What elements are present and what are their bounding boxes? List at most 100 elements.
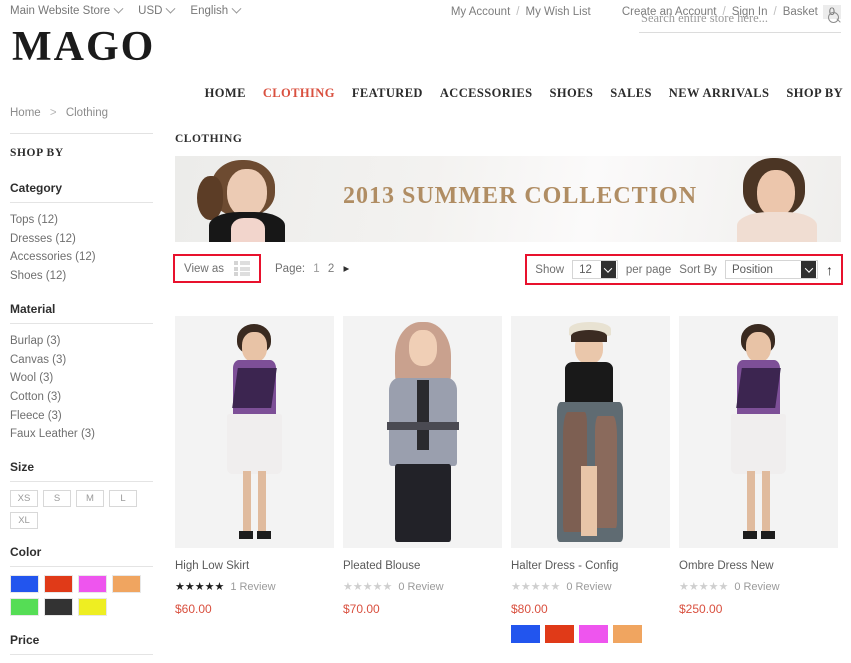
language-switcher[interactable]: English bbox=[190, 3, 242, 17]
banner-text: 2013 SUMMER COLLECTION bbox=[343, 183, 698, 209]
filter-item-burlap[interactable]: Burlap (3) bbox=[10, 332, 153, 351]
filter-item-canvas[interactable]: Canvas (3) bbox=[10, 351, 153, 370]
my-account-link[interactable]: My Account bbox=[451, 6, 510, 18]
nav-item-home[interactable]: HOME bbox=[205, 86, 246, 101]
product-rating[interactable]: ★★★★★ 0 Review bbox=[679, 580, 838, 594]
search-box bbox=[639, 10, 841, 33]
list-view-icon[interactable] bbox=[234, 261, 250, 276]
currency-switcher[interactable]: USD bbox=[138, 3, 176, 17]
product-color-blue[interactable] bbox=[511, 625, 540, 643]
filter-item-faux-leather[interactable]: Faux Leather (3) bbox=[10, 425, 153, 444]
nav-item-new-arrivals[interactable]: NEW ARRIVALS bbox=[669, 86, 770, 101]
page-link-2[interactable]: 2 bbox=[328, 263, 334, 275]
color-swatch-green[interactable] bbox=[10, 598, 39, 617]
product-color-magenta[interactable] bbox=[579, 625, 608, 643]
filter-title-material: Material bbox=[10, 301, 56, 316]
size-swatch-l[interactable]: L bbox=[109, 490, 137, 508]
nav-item-sales[interactable]: SALES bbox=[610, 86, 652, 101]
nav-item-featured[interactable]: FEATURED bbox=[352, 86, 423, 101]
search-icon[interactable] bbox=[828, 12, 841, 25]
filter-item-cotton[interactable]: Cotton (3) bbox=[10, 388, 153, 407]
filter-divider bbox=[10, 654, 153, 656]
product-image[interactable] bbox=[343, 316, 502, 548]
chevron-down-icon bbox=[165, 3, 176, 14]
product-name[interactable]: Ombre Dress New bbox=[679, 560, 838, 572]
product-rating[interactable]: ★★★★★ 0 Review bbox=[511, 580, 670, 594]
sidebar: SHOP BY Category Tops (12) Dresses (12) … bbox=[10, 133, 153, 663]
chevron-down-icon bbox=[113, 3, 124, 14]
filter-title-price: Price bbox=[10, 633, 40, 648]
size-swatch-m[interactable]: M bbox=[76, 490, 104, 508]
color-swatch-magenta[interactable] bbox=[78, 575, 107, 594]
banner-model-left bbox=[193, 156, 311, 242]
rating-stars-filled: ★★★★★ bbox=[175, 581, 225, 593]
filter-list-category: Tops (12) Dresses (12) Accessories (12) … bbox=[10, 211, 153, 286]
product-card: Ombre Dress New ★★★★★ 0 Review $250.00 bbox=[679, 316, 838, 643]
nav-item-shoes[interactable]: SHOES bbox=[550, 86, 594, 101]
page-label: Page: bbox=[275, 263, 306, 275]
product-color-orange[interactable] bbox=[613, 625, 642, 643]
product-image[interactable] bbox=[511, 316, 670, 548]
color-swatch-red[interactable] bbox=[44, 575, 73, 594]
filter-item-wool[interactable]: Wool (3) bbox=[10, 369, 153, 388]
site-logo[interactable]: MAGO bbox=[12, 26, 155, 68]
filter-title-size: Size bbox=[10, 460, 35, 475]
category-banner[interactable]: 2013 SUMMER COLLECTION bbox=[175, 156, 841, 242]
filter-item-fleece[interactable]: Fleece (3) bbox=[10, 407, 153, 426]
size-swatch-xs[interactable]: XS bbox=[10, 490, 38, 508]
page-link-1[interactable]: 1 bbox=[313, 263, 319, 275]
store-switcher[interactable]: Main Website Store bbox=[10, 3, 124, 17]
sort-by-value: Position bbox=[732, 263, 773, 276]
chevron-down-icon[interactable] bbox=[801, 261, 816, 278]
color-swatch-black[interactable] bbox=[44, 598, 73, 617]
main-content: CLOTHING 2013 SUMMER COLLECTION View as bbox=[173, 133, 843, 643]
language-switcher-label: English bbox=[190, 5, 229, 17]
show-per-page-select[interactable]: 12 bbox=[572, 260, 618, 279]
filter-item-shoes[interactable]: Shoes (12) bbox=[10, 267, 153, 286]
filter-item-accessories[interactable]: Accessories (12) bbox=[10, 248, 153, 267]
nav-item-clothing[interactable]: CLOTHING bbox=[263, 86, 335, 101]
product-rating[interactable]: ★★★★★ 0 Review bbox=[343, 580, 502, 594]
color-swatch-yellow[interactable] bbox=[78, 598, 107, 617]
size-swatch-s[interactable]: S bbox=[43, 490, 71, 508]
filter-item-tops[interactable]: Tops (12) bbox=[10, 211, 153, 230]
product-price: $80.00 bbox=[511, 602, 548, 616]
product-image[interactable] bbox=[679, 316, 838, 548]
link-separator: / bbox=[516, 6, 520, 18]
show-sort-group: Show 12 per page Sort By Position ↑ bbox=[525, 254, 843, 285]
product-color-red[interactable] bbox=[545, 625, 574, 643]
product-name[interactable]: Pleated Blouse bbox=[343, 560, 502, 572]
main-navigation: HOME CLOTHING FEATURED ACCESSORIES SHOES… bbox=[205, 86, 843, 101]
product-name[interactable]: High Low Skirt bbox=[175, 560, 334, 572]
product-price: $250.00 bbox=[679, 602, 723, 616]
product-toolbar: View as Page: 1 2 ▸ Show 12 per page Sor… bbox=[173, 254, 843, 285]
rating-stars-empty: ★★★★★ bbox=[343, 581, 393, 593]
nav-item-shop-by[interactable]: SHOP BY bbox=[786, 86, 843, 101]
sort-ascending-icon[interactable]: ↑ bbox=[826, 263, 833, 277]
product-image[interactable] bbox=[175, 316, 334, 548]
my-wish-list-link[interactable]: My Wish List bbox=[525, 6, 590, 18]
filter-title-color: Color bbox=[10, 545, 42, 560]
product-name[interactable]: Halter Dress - Config bbox=[511, 560, 670, 572]
rating-stars-empty: ★★★★★ bbox=[679, 581, 729, 593]
sort-by-select[interactable]: Position bbox=[725, 260, 818, 279]
next-page-icon[interactable]: ▸ bbox=[343, 263, 349, 275]
breadcrumb-separator: > bbox=[49, 107, 57, 119]
breadcrumb-current: Clothing bbox=[65, 107, 109, 119]
filter-divider bbox=[10, 566, 153, 568]
view-as-label: View as bbox=[184, 262, 225, 275]
search-input[interactable] bbox=[639, 10, 822, 27]
color-swatch-orange[interactable] bbox=[112, 575, 141, 594]
store-switcher-label: Main Website Store bbox=[10, 5, 111, 17]
filter-divider bbox=[10, 481, 153, 483]
chevron-down-icon[interactable] bbox=[600, 261, 616, 278]
filter-item-dresses[interactable]: Dresses (12) bbox=[10, 230, 153, 249]
breadcrumb-home[interactable]: Home bbox=[10, 107, 41, 119]
show-per-page-value: 12 bbox=[579, 263, 592, 276]
nav-item-accessories[interactable]: ACCESSORIES bbox=[440, 86, 533, 101]
per-page-label: per page bbox=[625, 263, 672, 276]
product-grid: High Low Skirt ★★★★★ 1 Review $60.00 Ple… bbox=[175, 316, 838, 643]
product-rating[interactable]: ★★★★★ 1 Review bbox=[175, 580, 334, 594]
size-swatch-xl[interactable]: XL bbox=[10, 512, 38, 530]
color-swatch-blue[interactable] bbox=[10, 575, 39, 594]
